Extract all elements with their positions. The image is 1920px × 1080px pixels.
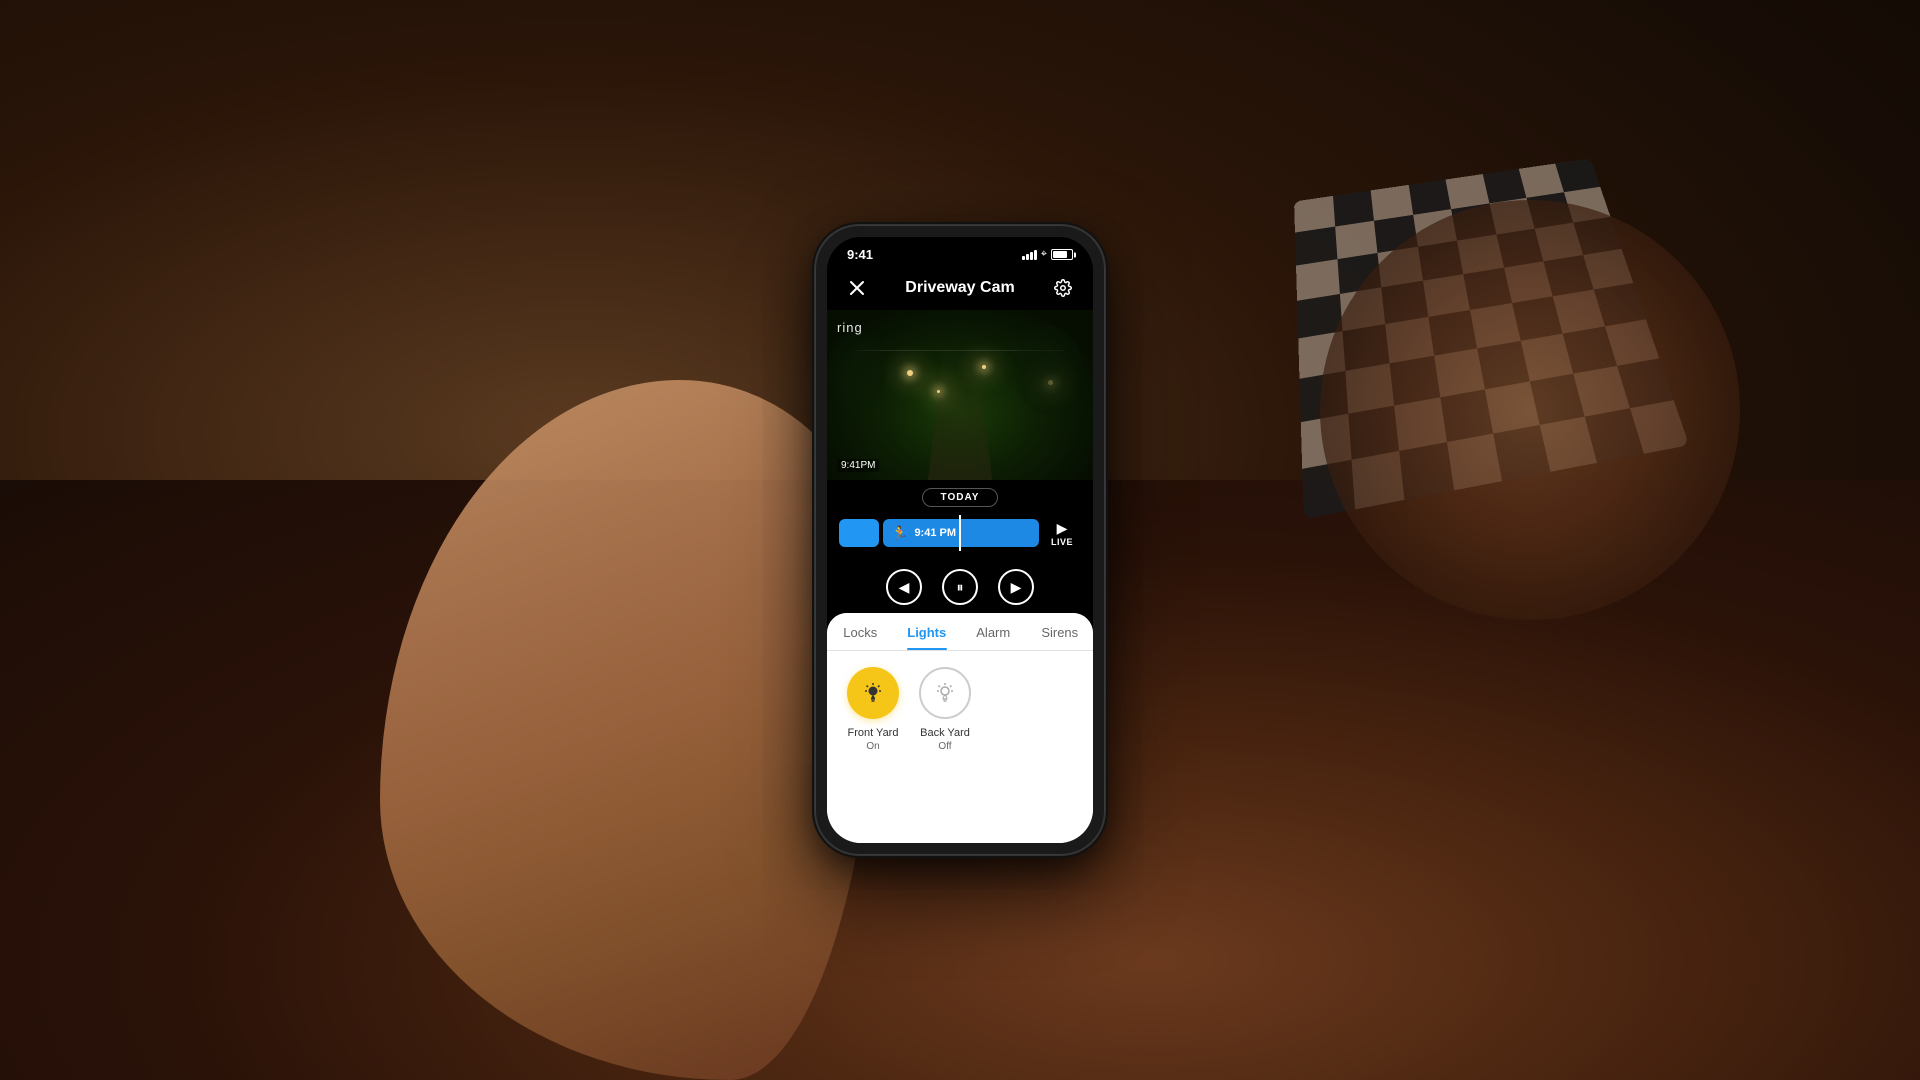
status-bar: 9:41 ⌖ — [827, 237, 1093, 266]
phone-device: 9:41 ⌖ — [815, 225, 1105, 855]
tree-left — [827, 330, 887, 410]
back-yard-light-status: Off — [938, 741, 951, 752]
brand-label: ring — [837, 320, 863, 335]
timeline-time: 9:41 PM — [914, 527, 956, 539]
timeline-cursor — [959, 515, 961, 551]
today-badge[interactable]: TODAY — [922, 488, 999, 507]
front-yard-light-name: Front Yard — [848, 727, 899, 739]
camera-title: Driveway Cam — [905, 279, 1014, 297]
settings-button[interactable] — [1049, 274, 1077, 302]
phone-wrapper: 9:41 ⌖ — [815, 225, 1105, 855]
playback-controls: ◀ ⏸ ▶ — [827, 559, 1093, 613]
timeline-segment-left[interactable] — [839, 519, 879, 547]
forward-button[interactable]: ▶ — [998, 569, 1034, 605]
light-dot-2 — [982, 365, 986, 369]
pause-icon: ⏸ — [957, 579, 964, 596]
live-label: LIVE — [1051, 537, 1073, 547]
light-dot-4 — [937, 390, 940, 393]
front-yard-light-status: On — [866, 741, 879, 752]
signal-bar-2 — [1026, 254, 1029, 260]
wifi-icon: ⌖ — [1041, 248, 1047, 261]
light-device-front-yard[interactable]: Front Yard On — [847, 667, 899, 827]
lights-grid: Front Yard On — [827, 651, 1093, 843]
battery-fill — [1053, 251, 1067, 258]
front-yard-light-button[interactable] — [847, 667, 899, 719]
signal-bars-icon — [1022, 250, 1037, 260]
signal-bar-3 — [1030, 252, 1033, 260]
tray-circle — [1320, 200, 1740, 620]
tab-lights[interactable]: Lights — [894, 613, 961, 650]
live-play-icon: ▶ — [1057, 520, 1068, 537]
tab-alarm[interactable]: Alarm — [960, 613, 1027, 650]
signal-bar-1 — [1022, 256, 1025, 260]
timeline-bar[interactable]: 🏃 9:41 PM ▶ LIVE — [839, 515, 1081, 551]
live-button[interactable]: ▶ LIVE — [1043, 516, 1081, 551]
back-yard-light-button[interactable] — [919, 667, 971, 719]
rewind-button[interactable]: ◀ — [886, 569, 922, 605]
status-icons: ⌖ — [1022, 248, 1073, 261]
status-time: 9:41 — [847, 247, 873, 262]
light-device-back-yard[interactable]: Back Yard Off — [919, 667, 971, 827]
close-button[interactable] — [843, 274, 871, 302]
today-badge-wrapper: TODAY — [839, 488, 1081, 507]
app-header: Driveway Cam — [827, 266, 1093, 310]
video-timestamp: 9:41PM — [837, 459, 879, 472]
pause-button[interactable]: ⏸ — [942, 569, 978, 605]
back-yard-light-name: Back Yard — [920, 727, 970, 739]
forward-icon: ▶ — [1011, 579, 1022, 596]
motion-icon: 🏃 — [891, 525, 908, 542]
tab-locks[interactable]: Locks — [827, 613, 894, 650]
timeline-section: TODAY 🏃 9:41 PM ▶ LIVE — [827, 480, 1093, 559]
video-container[interactable]: ring 9:41PM — [827, 310, 1093, 480]
bottom-panel: Locks Lights Alarm Sirens — [827, 613, 1093, 843]
phone-screen: 9:41 ⌖ — [827, 237, 1093, 843]
rewind-icon: ◀ — [899, 579, 910, 596]
signal-bar-4 — [1034, 250, 1037, 260]
timeline-segment-active[interactable]: 🏃 9:41 PM — [883, 519, 1039, 547]
tab-sirens[interactable]: Sirens — [1027, 613, 1094, 650]
tree-right — [1013, 325, 1083, 415]
tabs-row: Locks Lights Alarm Sirens — [827, 613, 1093, 651]
video-feed: ring 9:41PM — [827, 310, 1093, 480]
light-dot-1 — [907, 370, 913, 376]
battery-icon — [1051, 249, 1073, 260]
